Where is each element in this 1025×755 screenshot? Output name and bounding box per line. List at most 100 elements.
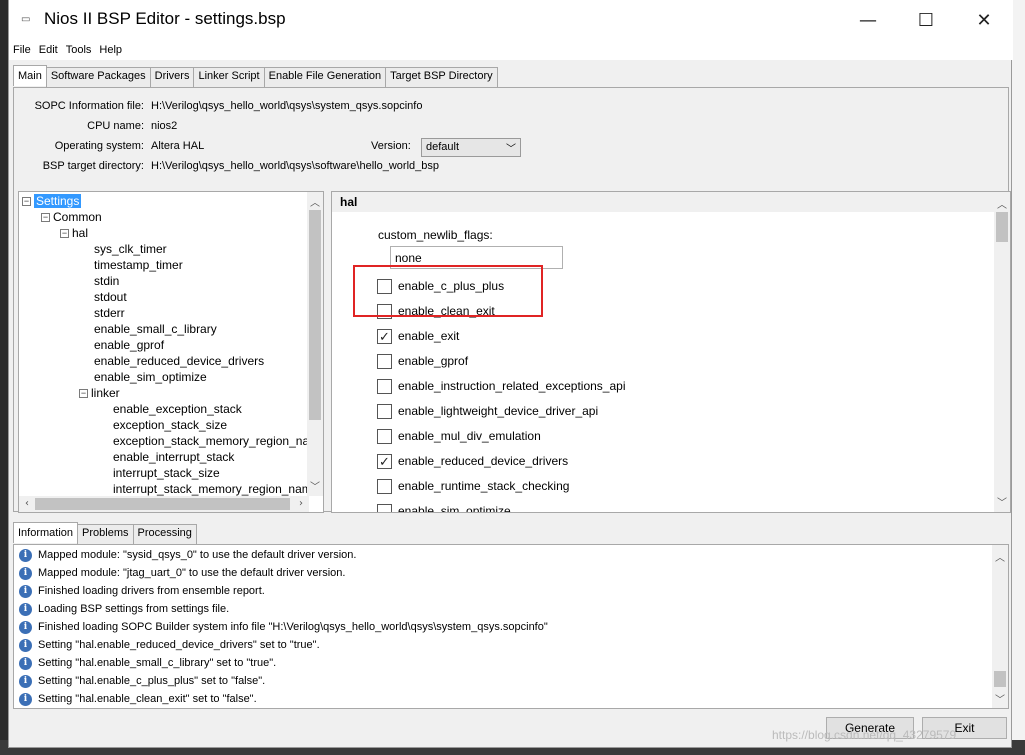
scroll-down-icon[interactable]: ﹀ bbox=[992, 691, 1008, 706]
scroll-left-icon[interactable]: ‹ bbox=[19, 498, 35, 509]
checkbox[interactable] bbox=[377, 478, 392, 494]
tree-item[interactable]: exception_stack_size bbox=[113, 417, 227, 433]
info-icon: i bbox=[19, 674, 32, 688]
tree-item[interactable]: enable_small_c_library bbox=[94, 321, 217, 337]
settings-tree: − Settings − Common − hal sys_clk_timer tim… bbox=[18, 191, 324, 513]
information-log: i Mapped module: "sysid_qsys_0" to use th… bbox=[13, 544, 1009, 709]
tab-linker-script[interactable]: Linker Script bbox=[193, 67, 265, 87]
checkbox[interactable] bbox=[377, 428, 392, 444]
menu-tools[interactable]: Tools bbox=[62, 44, 96, 56]
window-title: Nios II BSP Editor - settings.bsp bbox=[44, 9, 286, 28]
tab-software-packages[interactable]: Software Packages bbox=[45, 67, 151, 87]
scroll-up-icon[interactable]: ︿ bbox=[992, 549, 1008, 564]
tree-item[interactable]: enable_interrupt_stack bbox=[113, 449, 234, 465]
info-icon: i bbox=[19, 584, 32, 598]
info-icon: i bbox=[19, 548, 32, 562]
chevron-down-icon: ﹀ bbox=[506, 144, 516, 155]
close-button[interactable]: ✕ bbox=[955, 0, 1013, 40]
tab-enable-file-generation[interactable]: Enable File Generation bbox=[263, 67, 387, 87]
newlib-flags-label: custom_newlib_flags: bbox=[378, 228, 493, 242]
panel-header: hal bbox=[332, 192, 994, 212]
menu-file[interactable]: File bbox=[9, 44, 35, 56]
tree-item[interactable]: exception_stack_memory_region_name bbox=[113, 433, 323, 449]
collapse-icon[interactable]: − bbox=[60, 229, 69, 239]
option-enable-lightweight-device-driver-api[interactable]: enable_lightweight_device_driver_api bbox=[377, 402, 598, 420]
tree-item[interactable]: enable_sim_optimize bbox=[94, 369, 207, 385]
option-enable-sim-optimize[interactable]: enable_sim_optimize bbox=[377, 502, 511, 512]
tree-item[interactable]: interrupt_stack_memory_region_name bbox=[113, 481, 318, 497]
scroll-up-icon[interactable]: ︿ bbox=[307, 194, 323, 209]
sopc-label: SOPC Information file: bbox=[34, 100, 144, 112]
checkbox[interactable] bbox=[377, 503, 392, 512]
checkbox[interactable] bbox=[377, 403, 392, 419]
option-enable-mul-div-emulation[interactable]: enable_mul_div_emulation bbox=[377, 427, 541, 445]
minimize-button[interactable]: — bbox=[839, 0, 897, 40]
cpu-value: nios2 bbox=[151, 120, 178, 132]
scroll-thumb[interactable] bbox=[996, 212, 1008, 242]
log-vertical-scrollbar[interactable]: ︿ ﹀ bbox=[992, 545, 1008, 708]
tab-main[interactable]: Main bbox=[13, 65, 47, 86]
checkbox[interactable] bbox=[377, 378, 392, 394]
maximize-button[interactable]: ☐ bbox=[897, 0, 955, 40]
scroll-right-icon[interactable]: › bbox=[293, 498, 309, 509]
hal-settings-panel: hal custom_newlib_flags: none enable_c_p… bbox=[331, 191, 1011, 513]
collapse-icon[interactable]: − bbox=[22, 197, 31, 207]
option-enable-gprof[interactable]: enable_gprof bbox=[377, 352, 468, 370]
tree-item[interactable]: sys_clk_timer bbox=[94, 241, 167, 257]
os-label: Operating system: bbox=[54, 140, 144, 152]
scroll-thumb[interactable] bbox=[35, 498, 290, 510]
collapse-icon[interactable]: − bbox=[41, 213, 50, 223]
tree-item[interactable]: enable_gprof bbox=[94, 337, 164, 353]
tree-item[interactable]: interrupt_stack_size bbox=[113, 465, 220, 481]
menu-help[interactable]: Help bbox=[95, 44, 126, 56]
checkbox[interactable] bbox=[377, 353, 392, 369]
tree-vertical-scrollbar[interactable]: ︿ ﹀ bbox=[307, 192, 323, 496]
tree-item[interactable]: enable_reduced_device_drivers bbox=[94, 353, 264, 369]
output-tabs: Information Problems Processing bbox=[13, 522, 197, 544]
option-enable-reduced-device-drivers[interactable]: ✓ enable_reduced_device_drivers bbox=[377, 452, 568, 470]
title-bar: ▭ Nios II BSP Editor - settings.bsp — ☐ … bbox=[9, 0, 1013, 40]
menu-edit[interactable]: Edit bbox=[35, 44, 62, 56]
app-icon: ▭ bbox=[21, 14, 31, 25]
info-icon: i bbox=[19, 692, 32, 706]
log-entry: i Finished loading drivers from ensemble … bbox=[19, 582, 265, 600]
tree-item[interactable]: enable_exception_stack bbox=[113, 401, 242, 417]
checkbox-checked[interactable]: ✓ bbox=[377, 453, 392, 469]
tree-item-hal[interactable]: − hal bbox=[60, 225, 88, 241]
scroll-thumb[interactable] bbox=[994, 671, 1006, 687]
log-entry: i Loading BSP settings from settings file… bbox=[19, 600, 229, 618]
scroll-up-icon[interactable]: ︿ bbox=[994, 196, 1010, 211]
option-enable-instruction-related-exceptions-api[interactable]: enable_instruction_related_exceptions_ap… bbox=[377, 377, 626, 395]
tree-item-linker[interactable]: − linker bbox=[79, 385, 120, 401]
tree-item[interactable]: stdin bbox=[94, 273, 119, 289]
info-icon: i bbox=[19, 566, 32, 580]
checkbox-checked[interactable]: ✓ bbox=[377, 328, 392, 344]
scroll-thumb[interactable] bbox=[309, 210, 321, 420]
scroll-down-icon[interactable]: ﹀ bbox=[994, 494, 1010, 509]
bsp-dir-value: H:\Verilog\qsys_hello_world\qsys\softwar… bbox=[151, 160, 439, 172]
tab-target-bsp-directory[interactable]: Target BSP Directory bbox=[385, 67, 498, 87]
tab-drivers[interactable]: Drivers bbox=[149, 67, 195, 87]
panel-vertical-scrollbar[interactable]: ︿ ﹀ bbox=[994, 192, 1010, 512]
option-enable-runtime-stack-checking[interactable]: enable_runtime_stack_checking bbox=[377, 477, 569, 495]
tree-item-common[interactable]: − Common bbox=[41, 209, 102, 225]
scroll-down-icon[interactable]: ﹀ bbox=[307, 478, 323, 493]
log-entry: i Mapped module: "jtag_uart_0" to use the… bbox=[19, 564, 345, 582]
tree-item[interactable]: stdout bbox=[94, 289, 127, 305]
collapse-icon[interactable]: − bbox=[79, 389, 88, 399]
tree-item-settings[interactable]: − Settings bbox=[22, 193, 82, 209]
option-enable-exit[interactable]: ✓ enable_exit bbox=[377, 327, 459, 345]
tab-information[interactable]: Information bbox=[13, 522, 79, 543]
version-select[interactable]: default ﹀ bbox=[421, 138, 521, 157]
tree-item[interactable]: timestamp_timer bbox=[94, 257, 183, 273]
bsp-editor-window: ▭ Nios II BSP Editor - settings.bsp — ☐ … bbox=[8, 0, 1013, 748]
tree-item[interactable]: stderr bbox=[94, 305, 125, 321]
info-icon: i bbox=[19, 638, 32, 652]
tab-processing[interactable]: Processing bbox=[132, 524, 197, 544]
highlight-box bbox=[353, 265, 543, 317]
os-value: Altera HAL bbox=[151, 140, 205, 152]
tab-problems[interactable]: Problems bbox=[77, 524, 134, 544]
tree-horizontal-scrollbar[interactable]: ‹ › bbox=[19, 496, 309, 512]
background-left bbox=[0, 0, 8, 755]
cpu-label: CPU name: bbox=[87, 120, 144, 132]
